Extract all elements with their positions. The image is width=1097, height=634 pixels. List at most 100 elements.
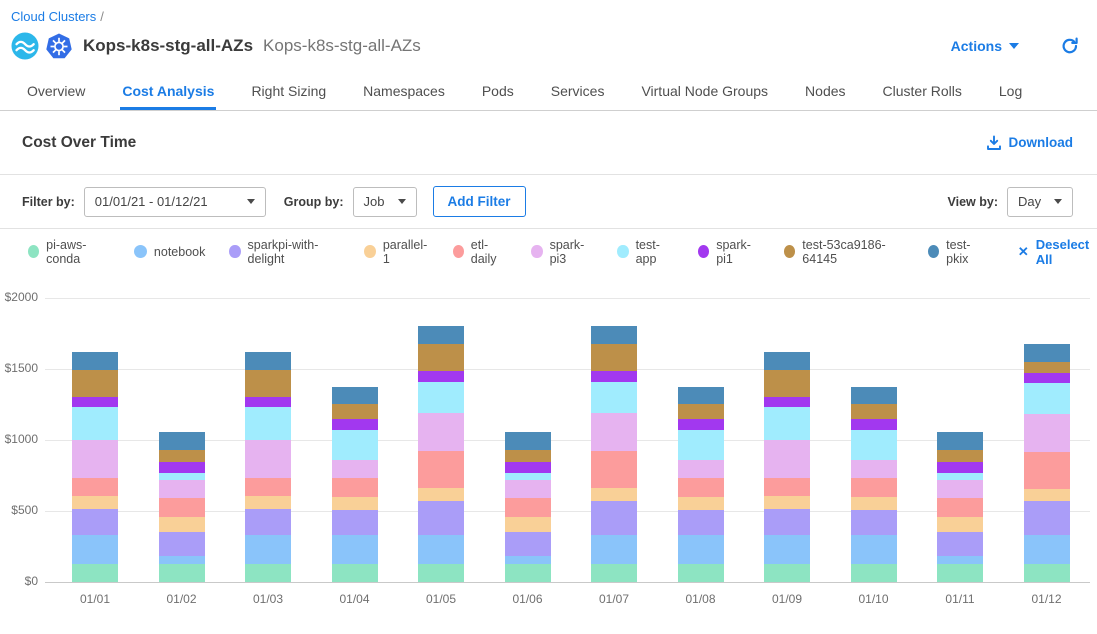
bar-segment-pi-aws-conda[interactable] bbox=[937, 564, 983, 583]
date-range-select[interactable]: 01/01/21 - 01/12/21 bbox=[84, 187, 266, 217]
bar-segment-test-pkix[interactable] bbox=[764, 352, 810, 370]
bar-segment-etl-daily[interactable] bbox=[764, 478, 810, 497]
bar-segment-parallel-1[interactable] bbox=[851, 497, 897, 510]
bar-segment-spark-pi1[interactable] bbox=[245, 397, 291, 407]
bar-segment-notebook[interactable] bbox=[418, 535, 464, 564]
bar-segment-parallel-1[interactable] bbox=[591, 488, 637, 501]
bar-segment-test-pkix[interactable] bbox=[418, 326, 464, 344]
bar-segment-test-app[interactable] bbox=[1024, 383, 1070, 414]
bar-segment-test-53ca9186-64145[interactable] bbox=[332, 404, 378, 419]
tab-pods[interactable]: Pods bbox=[480, 75, 516, 110]
bar-segment-pi-aws-conda[interactable] bbox=[678, 564, 724, 582]
bar-segment-test-pkix[interactable] bbox=[505, 432, 551, 450]
bar-segment-spark-pi3[interactable] bbox=[159, 480, 205, 498]
bar-segment-spark-pi1[interactable] bbox=[851, 419, 897, 430]
bar-segment-test-app[interactable] bbox=[159, 473, 205, 480]
bar-segment-pi-aws-conda[interactable] bbox=[332, 564, 378, 582]
legend-item-parallel-1[interactable]: parallel-1 bbox=[364, 238, 428, 266]
legend-item-test-pkix[interactable]: test-pkix bbox=[928, 238, 986, 266]
bar-segment-spark-pi3[interactable] bbox=[591, 413, 637, 451]
bar-segment-test-app[interactable] bbox=[505, 473, 551, 480]
bar-segment-test-app[interactable] bbox=[418, 382, 464, 413]
legend-item-etl-daily[interactable]: etl-daily bbox=[453, 238, 508, 266]
bar-segment-test-app[interactable] bbox=[678, 430, 724, 461]
bar-segment-spark-pi3[interactable] bbox=[245, 440, 291, 478]
bar-segment-pi-aws-conda[interactable] bbox=[764, 564, 810, 583]
bar-segment-parallel-1[interactable] bbox=[332, 497, 378, 510]
stacked-bar-01-01[interactable] bbox=[72, 352, 118, 582]
bar-segment-test-pkix[interactable] bbox=[332, 387, 378, 404]
bar-segment-test-pkix[interactable] bbox=[851, 387, 897, 404]
bar-segment-etl-daily[interactable] bbox=[332, 478, 378, 497]
bar-segment-test-pkix[interactable] bbox=[591, 326, 637, 344]
bar-segment-test-pkix[interactable] bbox=[1024, 344, 1070, 362]
bar-segment-sparkpi-with-delight[interactable] bbox=[937, 532, 983, 556]
bar-segment-pi-aws-conda[interactable] bbox=[418, 564, 464, 582]
add-filter-button[interactable]: Add Filter bbox=[433, 186, 526, 217]
bar-segment-spark-pi1[interactable] bbox=[505, 462, 551, 473]
bar-segment-notebook[interactable] bbox=[245, 535, 291, 563]
bar-segment-sparkpi-with-delight[interactable] bbox=[245, 509, 291, 535]
bar-segment-spark-pi1[interactable] bbox=[764, 397, 810, 407]
bar-segment-sparkpi-with-delight[interactable] bbox=[851, 510, 897, 536]
bar-segment-spark-pi1[interactable] bbox=[678, 419, 724, 430]
bar-segment-sparkpi-with-delight[interactable] bbox=[1024, 501, 1070, 535]
bar-segment-spark-pi3[interactable] bbox=[72, 440, 118, 478]
bar-segment-parallel-1[interactable] bbox=[245, 496, 291, 509]
bar-segment-test-app[interactable] bbox=[72, 407, 118, 440]
bar-segment-notebook[interactable] bbox=[591, 535, 637, 564]
bar-segment-spark-pi1[interactable] bbox=[418, 371, 464, 382]
bar-segment-pi-aws-conda[interactable] bbox=[505, 564, 551, 583]
stacked-bar-01-06[interactable] bbox=[505, 432, 551, 582]
stacked-bar-01-09[interactable] bbox=[764, 352, 810, 582]
legend-item-spark-pi3[interactable]: spark-pi3 bbox=[531, 238, 593, 266]
bar-segment-spark-pi3[interactable] bbox=[505, 480, 551, 498]
stacked-bar-01-08[interactable] bbox=[678, 387, 724, 582]
bar-segment-parallel-1[interactable] bbox=[1024, 489, 1070, 501]
bar-segment-parallel-1[interactable] bbox=[159, 517, 205, 532]
bar-segment-etl-daily[interactable] bbox=[245, 478, 291, 497]
bar-segment-spark-pi1[interactable] bbox=[332, 419, 378, 430]
bar-segment-test-pkix[interactable] bbox=[159, 432, 205, 450]
tab-cluster-rolls[interactable]: Cluster Rolls bbox=[881, 75, 964, 110]
bar-segment-sparkpi-with-delight[interactable] bbox=[159, 532, 205, 556]
stacked-bar-01-03[interactable] bbox=[245, 352, 291, 582]
bar-segment-spark-pi3[interactable] bbox=[937, 480, 983, 498]
tab-nodes[interactable]: Nodes bbox=[803, 75, 847, 110]
bar-segment-spark-pi3[interactable] bbox=[851, 460, 897, 478]
bar-segment-test-53ca9186-64145[interactable] bbox=[937, 450, 983, 462]
bar-segment-test-pkix[interactable] bbox=[245, 352, 291, 370]
bar-segment-spark-pi3[interactable] bbox=[332, 460, 378, 478]
bar-segment-pi-aws-conda[interactable] bbox=[245, 564, 291, 583]
bar-segment-sparkpi-with-delight[interactable] bbox=[418, 501, 464, 535]
bar-segment-parallel-1[interactable] bbox=[937, 517, 983, 532]
bar-segment-test-app[interactable] bbox=[764, 407, 810, 440]
bar-segment-parallel-1[interactable] bbox=[764, 496, 810, 509]
legend-item-spark-pi1[interactable]: spark-pi1 bbox=[698, 238, 760, 266]
bar-segment-test-app[interactable] bbox=[332, 430, 378, 461]
stacked-bar-01-07[interactable] bbox=[591, 326, 637, 582]
tab-right-sizing[interactable]: Right Sizing bbox=[249, 75, 328, 110]
tab-log[interactable]: Log bbox=[997, 75, 1024, 110]
deselect-all-button[interactable]: ✕Deselect All bbox=[1018, 237, 1097, 267]
bar-segment-notebook[interactable] bbox=[72, 535, 118, 563]
stacked-bar-01-12[interactable] bbox=[1024, 344, 1070, 582]
bar-segment-notebook[interactable] bbox=[678, 535, 724, 564]
bar-segment-test-pkix[interactable] bbox=[937, 432, 983, 450]
bar-segment-etl-daily[interactable] bbox=[505, 498, 551, 517]
bar-segment-etl-daily[interactable] bbox=[591, 451, 637, 489]
bar-segment-spark-pi1[interactable] bbox=[937, 462, 983, 473]
bar-segment-test-53ca9186-64145[interactable] bbox=[764, 370, 810, 397]
bar-segment-notebook[interactable] bbox=[505, 556, 551, 563]
bar-segment-test-53ca9186-64145[interactable] bbox=[418, 344, 464, 372]
bar-segment-etl-daily[interactable] bbox=[1024, 452, 1070, 489]
stacked-bar-01-05[interactable] bbox=[418, 326, 464, 582]
bar-segment-test-53ca9186-64145[interactable] bbox=[505, 450, 551, 462]
bar-segment-etl-daily[interactable] bbox=[72, 478, 118, 497]
bar-segment-notebook[interactable] bbox=[851, 535, 897, 564]
legend-item-notebook[interactable]: notebook bbox=[134, 245, 205, 259]
bar-segment-spark-pi3[interactable] bbox=[678, 460, 724, 478]
bar-segment-spark-pi1[interactable] bbox=[72, 397, 118, 407]
download-button[interactable]: Download bbox=[986, 135, 1074, 151]
bar-segment-parallel-1[interactable] bbox=[72, 496, 118, 509]
